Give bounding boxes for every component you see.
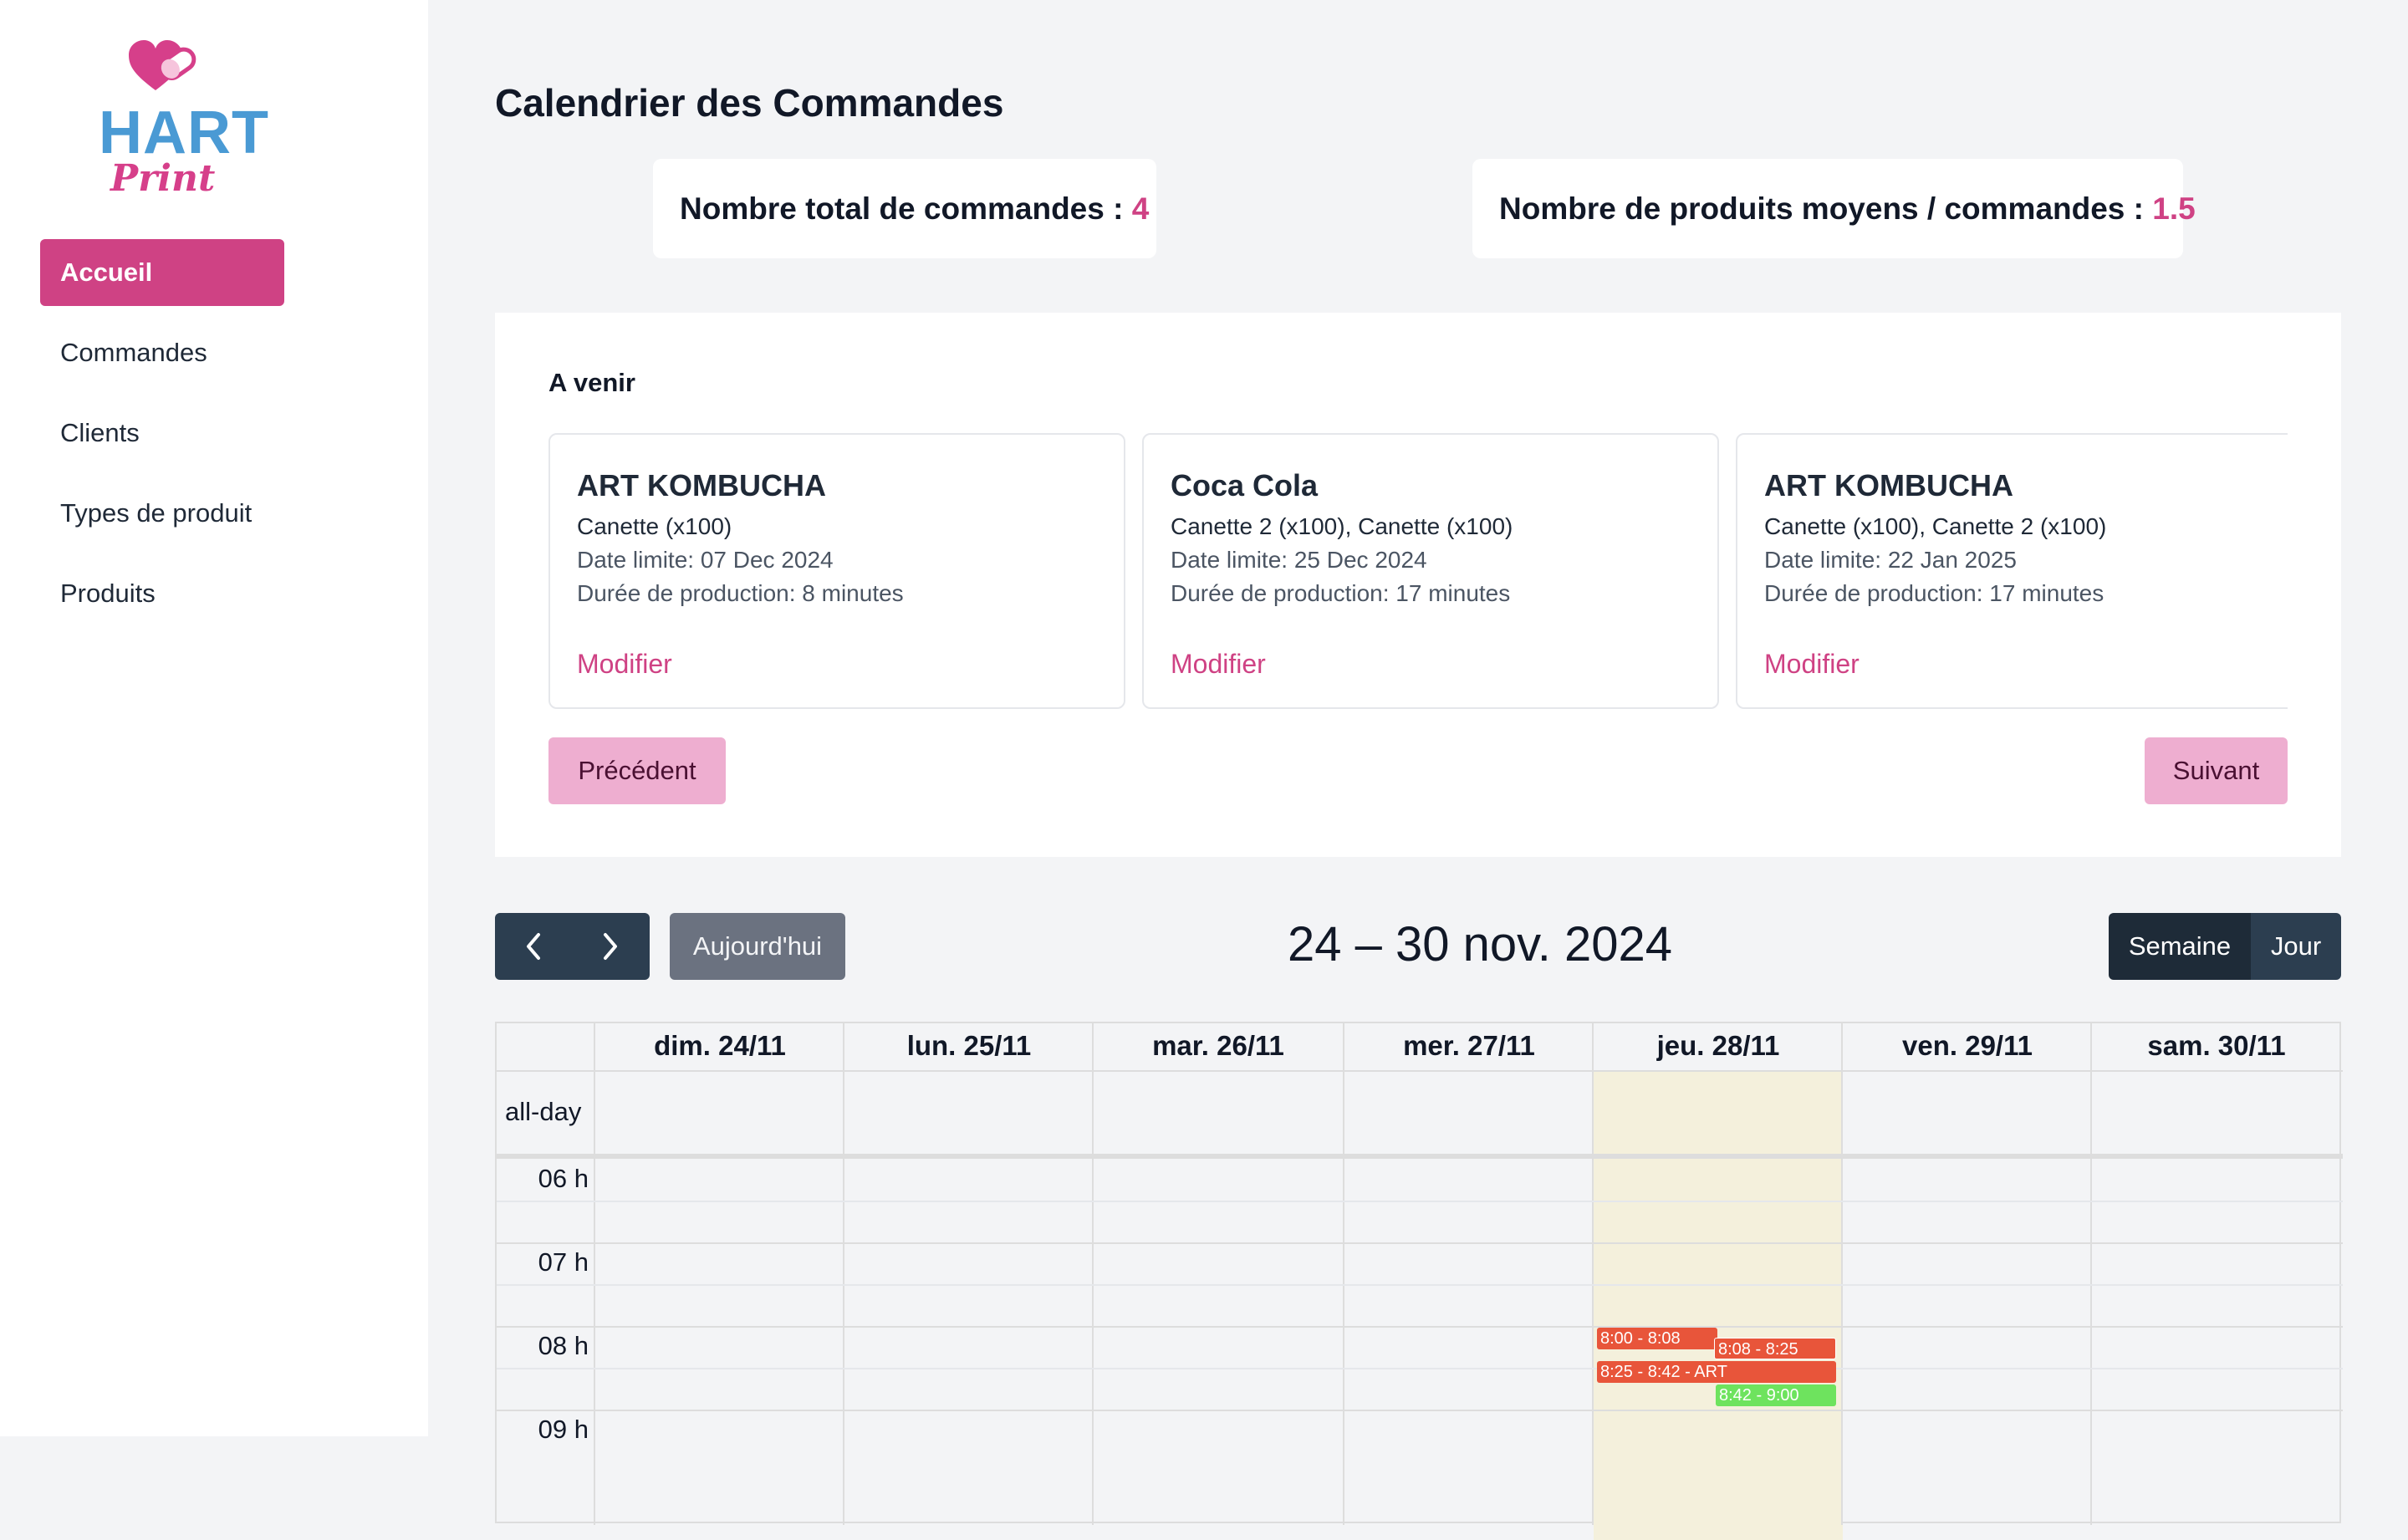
- sidebar-item-clients[interactable]: Clients: [40, 400, 391, 467]
- total-orders-stat: Nombre total de commandes : 4: [653, 159, 1156, 258]
- sidebar: HART Print Accueil Commandes Clients Typ…: [0, 0, 428, 1436]
- edit-order-link[interactable]: Modifier: [1764, 649, 1860, 680]
- calendar-event[interactable]: 8:42 - 9:00: [1716, 1384, 1836, 1406]
- grid-line: [497, 1368, 2343, 1369]
- allday-divider: [497, 1154, 2343, 1159]
- calendar-next-button[interactable]: [572, 913, 649, 980]
- order-duration: Durée de production: 8 minutes: [577, 580, 904, 606]
- grid-line: [1841, 1023, 1843, 1525]
- order-products: Canette (x100), Canette 2 (x100): [1764, 513, 2107, 539]
- order-client: Coca Cola: [1171, 468, 1319, 502]
- sidebar-item-accueil[interactable]: Accueil: [40, 239, 284, 306]
- order-products: Canette 2 (x100), Canette (x100): [1171, 513, 1513, 539]
- calendar-event[interactable]: 8:08 - 8:25: [1714, 1338, 1836, 1359]
- previous-button[interactable]: Précédent: [548, 737, 726, 804]
- upcoming-panel: A venir ART KOMBUCHA Canette (x100) Date…: [495, 313, 2341, 857]
- day-header: sam. 30/11: [2147, 1030, 2286, 1061]
- calendar-event[interactable]: 8:00 - 8:08: [1597, 1328, 1717, 1349]
- calendar-prev-button[interactable]: [495, 913, 572, 980]
- logo-print-text: Print: [110, 157, 216, 200]
- grid-line: [497, 1410, 2343, 1411]
- total-orders-label: Nombre total de commandes :: [680, 191, 1124, 226]
- week-view-button[interactable]: Semaine: [2109, 913, 2251, 980]
- hour-label: 08 h: [538, 1331, 589, 1360]
- order-card: ART KOMBUCHA Canette (x100) Date limite:…: [548, 433, 1125, 709]
- hour-label: 06 h: [538, 1164, 589, 1193]
- order-deadline: Date limite: 07 Dec 2024: [577, 547, 834, 573]
- calendar-nav-group: [495, 913, 650, 980]
- sidebar-nav: Accueil Commandes Clients Types de produ…: [40, 239, 391, 640]
- hour-label: 09 h: [538, 1415, 589, 1444]
- sidebar-item-produits[interactable]: Produits: [40, 560, 391, 627]
- heart-logo-icon: [129, 40, 196, 90]
- grid-line: [497, 1242, 2343, 1244]
- grid-line: [497, 1201, 2343, 1202]
- grid-line: [2090, 1023, 2092, 1525]
- day-header: mar. 26/11: [1152, 1030, 1284, 1061]
- edit-order-link[interactable]: Modifier: [577, 649, 672, 680]
- day-header: mer. 27/11: [1403, 1030, 1535, 1061]
- today-column: [1594, 1072, 1843, 1540]
- upcoming-title: A venir: [548, 368, 635, 397]
- order-card: ART KOMBUCHA Canette (x100), Canette 2 (…: [1736, 433, 2288, 709]
- grid-line: [1343, 1023, 1344, 1525]
- day-header: ven. 29/11: [1902, 1030, 2033, 1061]
- edit-order-link[interactable]: Modifier: [1171, 649, 1266, 680]
- upcoming-cards: ART KOMBUCHA Canette (x100) Date limite:…: [548, 433, 2288, 714]
- calendar-view-toggle: Semaine Jour: [2109, 913, 2341, 980]
- day-view-button[interactable]: Jour: [2251, 913, 2341, 980]
- order-client: ART KOMBUCHA: [1764, 468, 2013, 502]
- allday-label: all-day: [505, 1097, 582, 1126]
- sidebar-item-commandes[interactable]: Commandes: [40, 319, 391, 386]
- order-deadline: Date limite: 22 Jan 2025: [1764, 547, 2017, 573]
- grid-line: [497, 1326, 2343, 1328]
- calendar-event[interactable]: 8:25 - 8:42 - ART: [1597, 1361, 1836, 1383]
- chevron-right-icon: [604, 933, 617, 960]
- avg-products-value: 1.5: [2152, 191, 2196, 226]
- order-deadline: Date limite: 25 Dec 2024: [1171, 547, 1427, 573]
- calendar-range-title: 24 – 30 nov. 2024: [1287, 917, 1673, 971]
- day-header: jeu. 28/11: [1656, 1030, 1780, 1061]
- today-button[interactable]: Aujourd'hui: [670, 913, 845, 980]
- chevron-left-icon: [527, 933, 540, 960]
- week-calendar: dim. 24/11 lun. 25/11 mar. 26/11 mer. 27…: [495, 1022, 2343, 1540]
- order-products: Canette (x100): [577, 513, 732, 539]
- day-header: lun. 25/11: [906, 1030, 1032, 1061]
- day-header: dim. 24/11: [654, 1030, 786, 1061]
- grid-line: [497, 1070, 2343, 1072]
- avg-products-label: Nombre de produits moyens / commandes :: [1499, 191, 2144, 226]
- next-button[interactable]: Suivant: [2145, 737, 2288, 804]
- grid-line: [594, 1023, 595, 1525]
- hour-label: 07 h: [538, 1247, 589, 1277]
- order-client: ART KOMBUCHA: [577, 468, 826, 502]
- hart-print-logo[interactable]: HART Print: [94, 38, 268, 206]
- order-duration: Durée de production: 17 minutes: [1171, 580, 1511, 606]
- total-orders-value: 4: [1131, 191, 1150, 226]
- grid-line: [497, 1284, 2343, 1286]
- order-card: Coca Cola Canette 2 (x100), Canette (x10…: [1142, 433, 1719, 709]
- order-duration: Durée de production: 17 minutes: [1764, 580, 2104, 606]
- grid-line: [843, 1023, 844, 1525]
- grid-line: [1092, 1023, 1094, 1525]
- sidebar-item-types-de-produit[interactable]: Types de produit: [40, 480, 391, 547]
- avg-products-stat: Nombre de produits moyens / commandes : …: [1472, 159, 2196, 258]
- page-title: Calendrier des Commandes: [495, 81, 1004, 125]
- grid-line: [1592, 1023, 1594, 1525]
